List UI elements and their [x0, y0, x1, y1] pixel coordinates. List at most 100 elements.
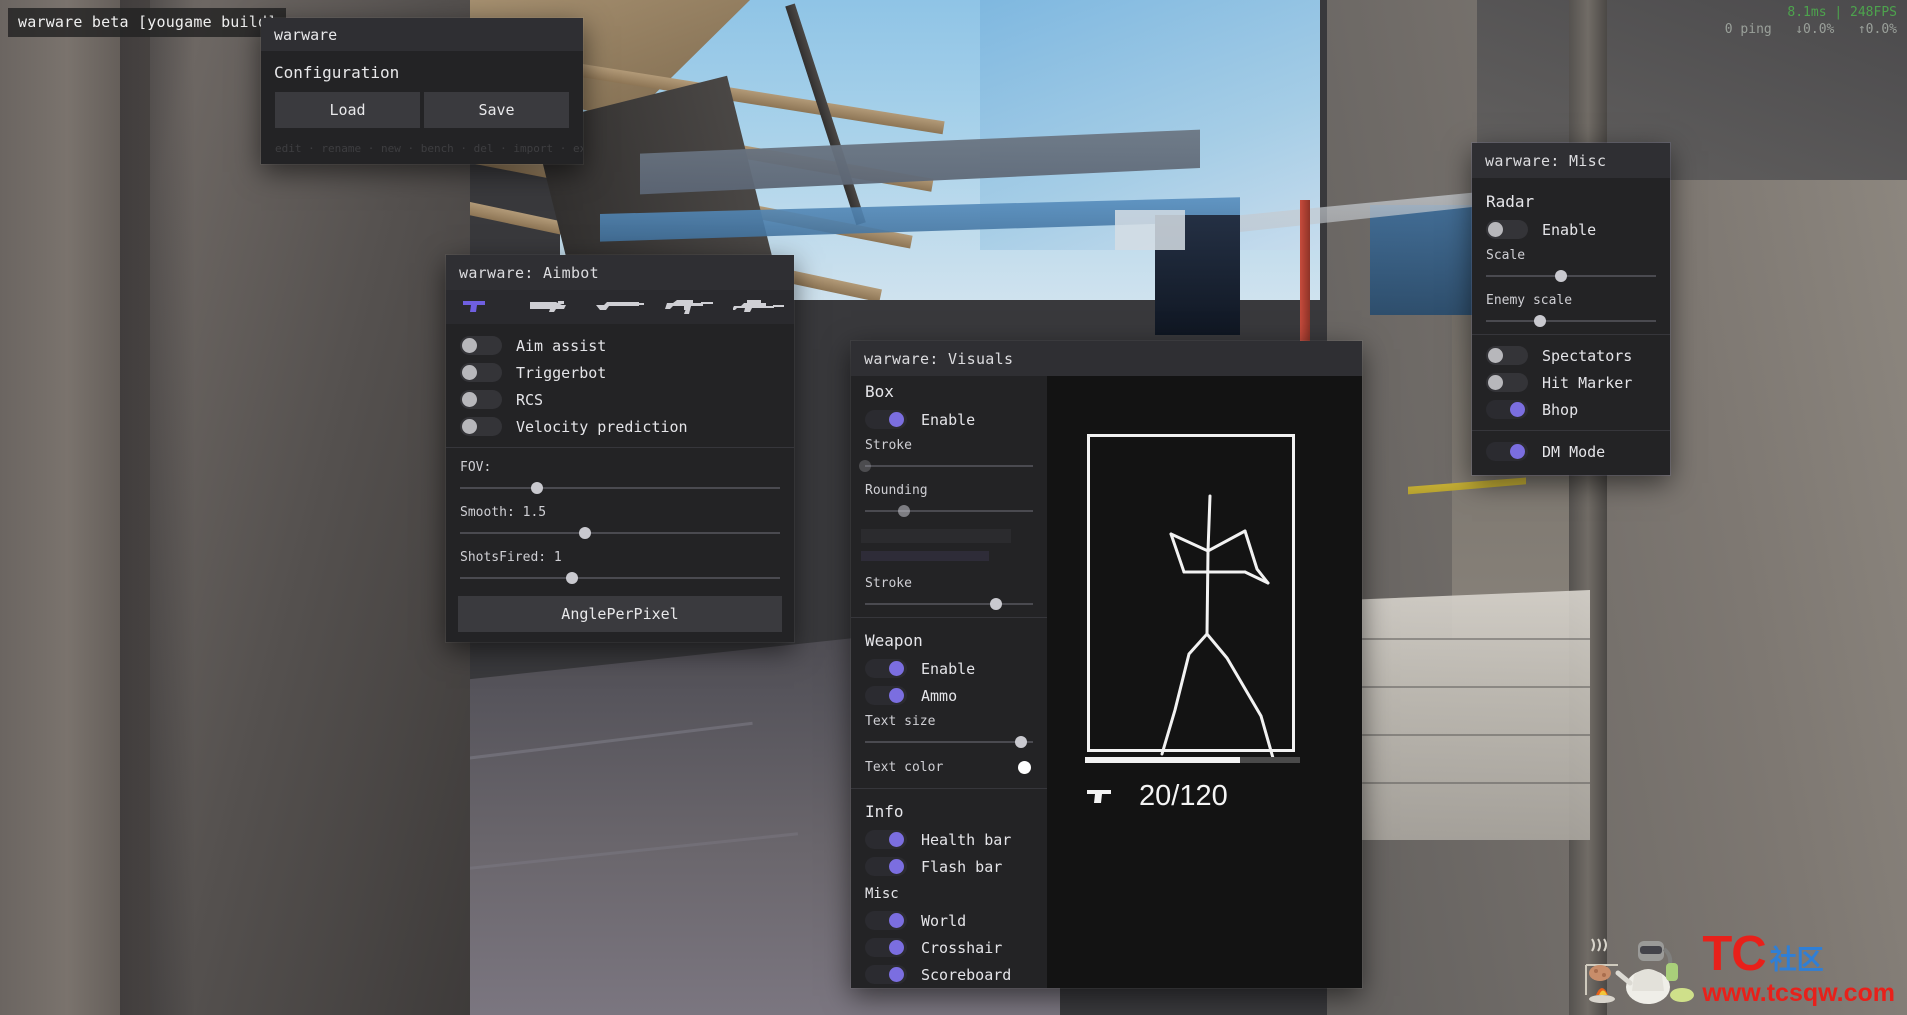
weapon-tab-shotgun[interactable] — [585, 290, 655, 324]
dm-mode-toggle[interactable] — [1486, 442, 1528, 461]
aimbot-toggle-row-2[interactable]: RCS — [446, 386, 794, 413]
velocity-prediction-toggle[interactable] — [460, 417, 502, 436]
slider-thumb[interactable] — [897, 505, 910, 517]
hit-marker-toggle[interactable] — [1486, 373, 1528, 392]
slider-thumb[interactable] — [566, 572, 578, 584]
shotsfired-slider[interactable] — [460, 572, 780, 584]
skeleton-stroke-slider[interactable] — [865, 598, 1033, 610]
aimbot-panel-body: Aim assist Triggerbot RCS Velocity predi… — [446, 324, 794, 642]
toggle-knob — [889, 859, 904, 874]
slider-thumb[interactable] — [859, 460, 871, 472]
dm-mode-row[interactable]: DM Mode — [1472, 438, 1670, 465]
box-rounding-slider[interactable] — [865, 505, 1033, 517]
crosshair-label: Crosshair — [921, 938, 1003, 957]
smooth-slider[interactable] — [460, 527, 780, 539]
site-watermark-text: TC 社区 www.tcsqw.com — [1702, 930, 1895, 1006]
weapon-tab-rifle[interactable] — [655, 290, 725, 324]
aim-assist-label: Aim assist — [516, 336, 607, 355]
weapon-textcolor-label: Text color — [865, 760, 944, 775]
misc-panel-title: warware: Misc — [1472, 143, 1670, 178]
slider-track — [865, 603, 1033, 605]
toggle-knob — [889, 940, 904, 955]
flash-bar-toggle[interactable] — [865, 857, 907, 876]
slider-thumb[interactable] — [1015, 736, 1028, 748]
misc-panel-body: Radar Enable Scale Enemy scale Spectator… — [1472, 178, 1670, 475]
weapon-enable-row[interactable]: Enable — [851, 655, 1047, 682]
slider-thumb[interactable] — [530, 482, 543, 494]
spectators-toggle[interactable] — [1486, 346, 1528, 365]
spectators-row[interactable]: Spectators — [1472, 342, 1670, 369]
world-toggle[interactable] — [865, 911, 907, 930]
slider-thumb[interactable] — [990, 598, 1003, 610]
radar-scale-slider[interactable] — [1486, 270, 1656, 282]
radar-section-label: Radar — [1486, 192, 1535, 211]
preview-ammo-text: 20/120 — [1139, 780, 1228, 812]
aimbot-panel-title: warware: Aimbot — [446, 255, 794, 290]
toggle-knob — [1488, 348, 1503, 363]
aimbot-toggle-row-0[interactable]: Aim assist — [446, 332, 794, 359]
weapon-enable-toggle[interactable] — [865, 659, 907, 678]
toggle-knob — [889, 688, 904, 703]
misc-scoreboard-row[interactable]: Scoreboard — [851, 961, 1047, 988]
box-enable-toggle[interactable] — [865, 410, 907, 429]
scoreboard-toggle[interactable] — [865, 965, 907, 984]
crate-seams — [1330, 590, 1590, 840]
weapon-textsize-slider[interactable] — [865, 736, 1033, 748]
slider-thumb[interactable] — [1534, 315, 1547, 327]
crosshair-toggle[interactable] — [865, 938, 907, 957]
weapon-tab-smg[interactable] — [516, 290, 586, 324]
performance-overlay: 8.1ms | 248FPS 0 ping ↓0.0% ↑0.0% — [1725, 4, 1897, 38]
box-enable-row[interactable]: Enable — [851, 406, 1047, 433]
toggle-knob — [889, 412, 904, 427]
misc-section-label: Misc — [865, 886, 899, 902]
bhop-toggle[interactable] — [1486, 400, 1528, 419]
slider-thumb[interactable] — [578, 527, 591, 539]
bhop-row[interactable]: Bhop — [1472, 396, 1670, 423]
box-stroke-slider[interactable] — [859, 460, 1033, 472]
misc-world-row[interactable]: World — [851, 907, 1047, 934]
skeleton-section-hidden — [851, 523, 1047, 571]
brand-cn-label: 社区 — [1769, 945, 1824, 976]
fov-slider[interactable] — [460, 482, 780, 494]
aimbot-toggle-row-3[interactable]: Velocity prediction — [446, 413, 794, 440]
aimbot-toggle-row-1[interactable]: Triggerbot — [446, 359, 794, 386]
preview-health-bar-fill — [1085, 757, 1240, 763]
rcs-label: RCS — [516, 390, 544, 409]
triggerbot-toggle[interactable] — [460, 363, 502, 382]
slider-thumb[interactable] — [1554, 270, 1567, 282]
weapon-tab-sniper[interactable] — [724, 290, 794, 324]
save-config-button[interactable]: Save — [424, 92, 569, 128]
shotgun-icon — [595, 302, 644, 310]
hit-marker-row[interactable]: Hit Marker — [1472, 369, 1670, 396]
misc-crosshair-row[interactable]: Crosshair — [851, 934, 1047, 961]
weapon-textcolor-row[interactable]: Text color — [851, 754, 1047, 781]
config-ghost-text: edit · rename · new · bench · del · impo… — [275, 142, 583, 155]
info-healthbar-row[interactable]: Health bar — [851, 826, 1047, 853]
slider-track — [460, 487, 780, 489]
hit-marker-label: Hit Marker — [1542, 373, 1633, 392]
misc-panel: warware: Misc Radar Enable Scale Enemy s… — [1472, 143, 1670, 475]
slider-track — [1486, 320, 1656, 322]
blue-window — [1370, 205, 1480, 315]
toggle-knob — [889, 913, 904, 928]
aim-assist-toggle[interactable] — [460, 336, 502, 355]
weapon-section-label: Weapon — [865, 631, 923, 650]
aimbot-divider — [446, 447, 794, 448]
smg-icon — [530, 301, 567, 312]
toggle-knob — [1510, 402, 1525, 417]
angle-per-pixel-button[interactable]: AnglePerPixel — [458, 596, 782, 632]
radar-enemy-scale-slider[interactable] — [1486, 315, 1656, 327]
flash-bar-label: Flash bar — [921, 857, 1003, 876]
weapon-ammo-row[interactable]: Ammo — [851, 682, 1047, 709]
radar-enable-toggle[interactable] — [1486, 220, 1528, 239]
health-bar-toggle[interactable] — [865, 830, 907, 849]
rcs-toggle[interactable] — [460, 390, 502, 409]
toggle-knob — [889, 661, 904, 676]
radar-enable-row[interactable]: Enable — [1472, 216, 1670, 243]
info-flashbar-row[interactable]: Flash bar — [851, 853, 1047, 880]
weapon-textcolor-swatch[interactable] — [1018, 761, 1031, 774]
weapon-tab-pistol[interactable] — [446, 290, 516, 324]
spectators-label: Spectators — [1542, 346, 1633, 365]
weapon-ammo-toggle[interactable] — [865, 686, 907, 705]
load-config-button[interactable]: Load — [275, 92, 420, 128]
